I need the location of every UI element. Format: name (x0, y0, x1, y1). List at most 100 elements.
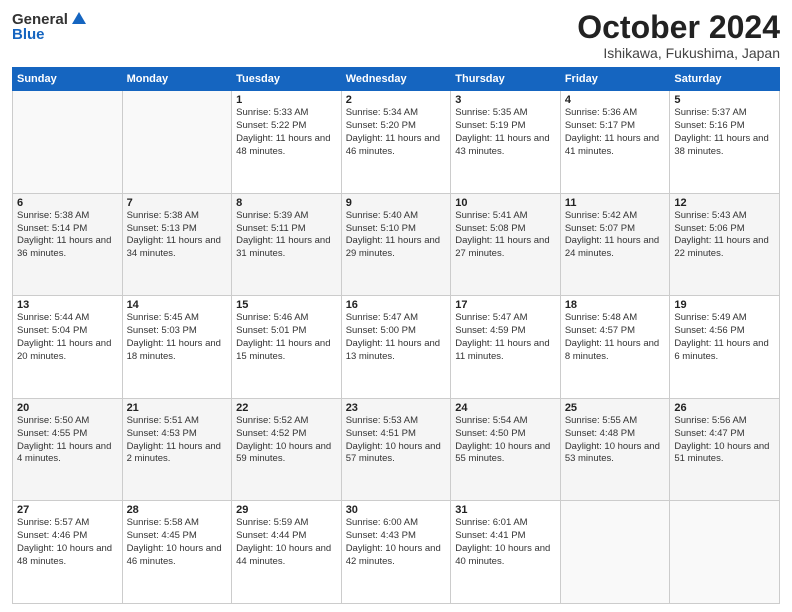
cell-info: Sunrise: 5:55 AMSunset: 4:48 PMDaylight:… (565, 415, 660, 464)
day-number: 24 (455, 402, 556, 414)
logo-icon (70, 10, 88, 28)
calendar-cell: 18 Sunrise: 5:48 AMSunset: 4:57 PMDaylig… (560, 296, 670, 399)
calendar-cell: 13 Sunrise: 5:44 AMSunset: 5:04 PMDaylig… (13, 296, 123, 399)
calendar-cell: 30 Sunrise: 6:00 AMSunset: 4:43 PMDaylig… (341, 501, 451, 604)
day-number: 28 (127, 504, 228, 516)
calendar-cell (560, 501, 670, 604)
day-number: 16 (346, 299, 447, 311)
calendar-week-row: 13 Sunrise: 5:44 AMSunset: 5:04 PMDaylig… (13, 296, 780, 399)
calendar-cell: 21 Sunrise: 5:51 AMSunset: 4:53 PMDaylig… (122, 398, 232, 501)
cell-info: Sunrise: 5:44 AMSunset: 5:04 PMDaylight:… (17, 312, 111, 361)
calendar-cell: 28 Sunrise: 5:58 AMSunset: 4:45 PMDaylig… (122, 501, 232, 604)
calendar-cell: 20 Sunrise: 5:50 AMSunset: 4:55 PMDaylig… (13, 398, 123, 501)
month-title: October 2024 (577, 10, 780, 45)
cell-info: Sunrise: 5:39 AMSunset: 5:11 PMDaylight:… (236, 210, 330, 259)
cell-info: Sunrise: 5:33 AMSunset: 5:22 PMDaylight:… (236, 107, 330, 156)
logo-blue: Blue (12, 26, 45, 43)
day-number: 26 (674, 402, 775, 414)
cell-info: Sunrise: 5:57 AMSunset: 4:46 PMDaylight:… (17, 517, 112, 566)
page-header: General Blue October 2024 Ishikawa, Fuku… (12, 10, 780, 61)
cell-info: Sunrise: 5:36 AMSunset: 5:17 PMDaylight:… (565, 107, 659, 156)
calendar-cell: 6 Sunrise: 5:38 AMSunset: 5:14 PMDayligh… (13, 193, 123, 296)
cell-info: Sunrise: 5:52 AMSunset: 4:52 PMDaylight:… (236, 415, 331, 464)
calendar-cell (13, 91, 123, 194)
day-number: 4 (565, 94, 666, 106)
calendar-cell (122, 91, 232, 194)
page-container: General Blue October 2024 Ishikawa, Fuku… (0, 0, 792, 612)
cell-info: Sunrise: 5:51 AMSunset: 4:53 PMDaylight:… (127, 415, 221, 464)
logo-general: General (12, 11, 68, 28)
cell-info: Sunrise: 5:37 AMSunset: 5:16 PMDaylight:… (674, 107, 768, 156)
calendar-table: SundayMondayTuesdayWednesdayThursdayFrid… (12, 67, 780, 604)
calendar-cell: 11 Sunrise: 5:42 AMSunset: 5:07 PMDaylig… (560, 193, 670, 296)
calendar-cell: 27 Sunrise: 5:57 AMSunset: 4:46 PMDaylig… (13, 501, 123, 604)
day-number: 18 (565, 299, 666, 311)
day-number: 25 (565, 402, 666, 414)
day-number: 5 (674, 94, 775, 106)
cell-info: Sunrise: 5:47 AMSunset: 5:00 PMDaylight:… (346, 312, 440, 361)
calendar-cell: 26 Sunrise: 5:56 AMSunset: 4:47 PMDaylig… (670, 398, 780, 501)
calendar-cell: 24 Sunrise: 5:54 AMSunset: 4:50 PMDaylig… (451, 398, 561, 501)
cell-info: Sunrise: 5:38 AMSunset: 5:13 PMDaylight:… (127, 210, 221, 259)
calendar-cell: 29 Sunrise: 5:59 AMSunset: 4:44 PMDaylig… (232, 501, 342, 604)
cell-info: Sunrise: 6:01 AMSunset: 4:41 PMDaylight:… (455, 517, 550, 566)
cell-info: Sunrise: 5:38 AMSunset: 5:14 PMDaylight:… (17, 210, 111, 259)
calendar-cell: 15 Sunrise: 5:46 AMSunset: 5:01 PMDaylig… (232, 296, 342, 399)
day-number: 1 (236, 94, 337, 106)
day-number: 10 (455, 197, 556, 209)
calendar-week-row: 27 Sunrise: 5:57 AMSunset: 4:46 PMDaylig… (13, 501, 780, 604)
location: Ishikawa, Fukushima, Japan (577, 45, 780, 61)
calendar-cell: 7 Sunrise: 5:38 AMSunset: 5:13 PMDayligh… (122, 193, 232, 296)
day-number: 17 (455, 299, 556, 311)
weekday-header-friday: Friday (560, 68, 670, 91)
day-number: 23 (346, 402, 447, 414)
calendar-cell: 16 Sunrise: 5:47 AMSunset: 5:00 PMDaylig… (341, 296, 451, 399)
logo: General Blue (12, 10, 88, 43)
calendar-cell: 3 Sunrise: 5:35 AMSunset: 5:19 PMDayligh… (451, 91, 561, 194)
weekday-header-sunday: Sunday (13, 68, 123, 91)
cell-info: Sunrise: 5:47 AMSunset: 4:59 PMDaylight:… (455, 312, 549, 361)
weekday-header-wednesday: Wednesday (341, 68, 451, 91)
day-number: 6 (17, 197, 118, 209)
cell-info: Sunrise: 5:35 AMSunset: 5:19 PMDaylight:… (455, 107, 549, 156)
calendar-cell: 2 Sunrise: 5:34 AMSunset: 5:20 PMDayligh… (341, 91, 451, 194)
day-number: 2 (346, 94, 447, 106)
cell-info: Sunrise: 5:59 AMSunset: 4:44 PMDaylight:… (236, 517, 331, 566)
day-number: 8 (236, 197, 337, 209)
day-number: 27 (17, 504, 118, 516)
calendar-cell: 25 Sunrise: 5:55 AMSunset: 4:48 PMDaylig… (560, 398, 670, 501)
day-number: 22 (236, 402, 337, 414)
cell-info: Sunrise: 5:58 AMSunset: 4:45 PMDaylight:… (127, 517, 222, 566)
cell-info: Sunrise: 5:34 AMSunset: 5:20 PMDaylight:… (346, 107, 440, 156)
cell-info: Sunrise: 5:49 AMSunset: 4:56 PMDaylight:… (674, 312, 768, 361)
day-number: 12 (674, 197, 775, 209)
cell-info: Sunrise: 5:54 AMSunset: 4:50 PMDaylight:… (455, 415, 550, 464)
day-number: 20 (17, 402, 118, 414)
calendar-cell: 10 Sunrise: 5:41 AMSunset: 5:08 PMDaylig… (451, 193, 561, 296)
weekday-header-row: SundayMondayTuesdayWednesdayThursdayFrid… (13, 68, 780, 91)
calendar-cell: 31 Sunrise: 6:01 AMSunset: 4:41 PMDaylig… (451, 501, 561, 604)
weekday-header-tuesday: Tuesday (232, 68, 342, 91)
calendar-cell: 19 Sunrise: 5:49 AMSunset: 4:56 PMDaylig… (670, 296, 780, 399)
day-number: 13 (17, 299, 118, 311)
day-number: 19 (674, 299, 775, 311)
cell-info: Sunrise: 5:45 AMSunset: 5:03 PMDaylight:… (127, 312, 221, 361)
calendar-cell: 8 Sunrise: 5:39 AMSunset: 5:11 PMDayligh… (232, 193, 342, 296)
calendar-cell: 12 Sunrise: 5:43 AMSunset: 5:06 PMDaylig… (670, 193, 780, 296)
calendar-cell: 22 Sunrise: 5:52 AMSunset: 4:52 PMDaylig… (232, 398, 342, 501)
day-number: 21 (127, 402, 228, 414)
day-number: 31 (455, 504, 556, 516)
day-number: 9 (346, 197, 447, 209)
calendar-week-row: 1 Sunrise: 5:33 AMSunset: 5:22 PMDayligh… (13, 91, 780, 194)
day-number: 11 (565, 197, 666, 209)
cell-info: Sunrise: 5:40 AMSunset: 5:10 PMDaylight:… (346, 210, 440, 259)
calendar-cell (670, 501, 780, 604)
weekday-header-monday: Monday (122, 68, 232, 91)
cell-info: Sunrise: 5:43 AMSunset: 5:06 PMDaylight:… (674, 210, 768, 259)
calendar-cell: 1 Sunrise: 5:33 AMSunset: 5:22 PMDayligh… (232, 91, 342, 194)
header-right: October 2024 Ishikawa, Fukushima, Japan (577, 10, 780, 61)
calendar-cell: 5 Sunrise: 5:37 AMSunset: 5:16 PMDayligh… (670, 91, 780, 194)
cell-info: Sunrise: 5:46 AMSunset: 5:01 PMDaylight:… (236, 312, 330, 361)
cell-info: Sunrise: 5:48 AMSunset: 4:57 PMDaylight:… (565, 312, 659, 361)
cell-info: Sunrise: 5:42 AMSunset: 5:07 PMDaylight:… (565, 210, 659, 259)
